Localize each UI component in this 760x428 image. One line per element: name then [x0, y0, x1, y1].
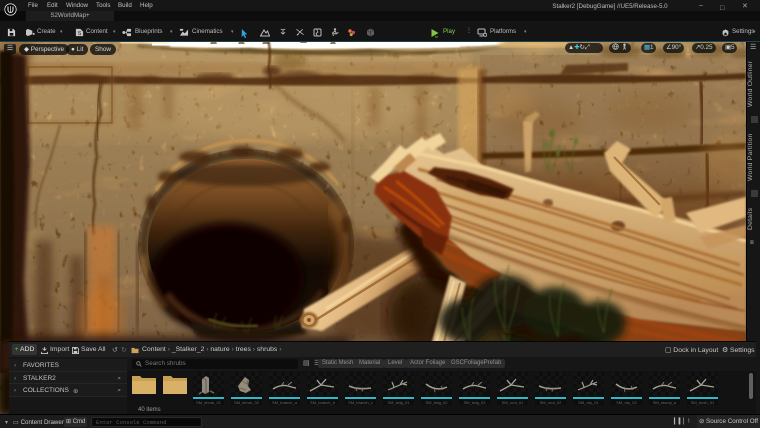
svg-text:S: S — [78, 31, 82, 37]
